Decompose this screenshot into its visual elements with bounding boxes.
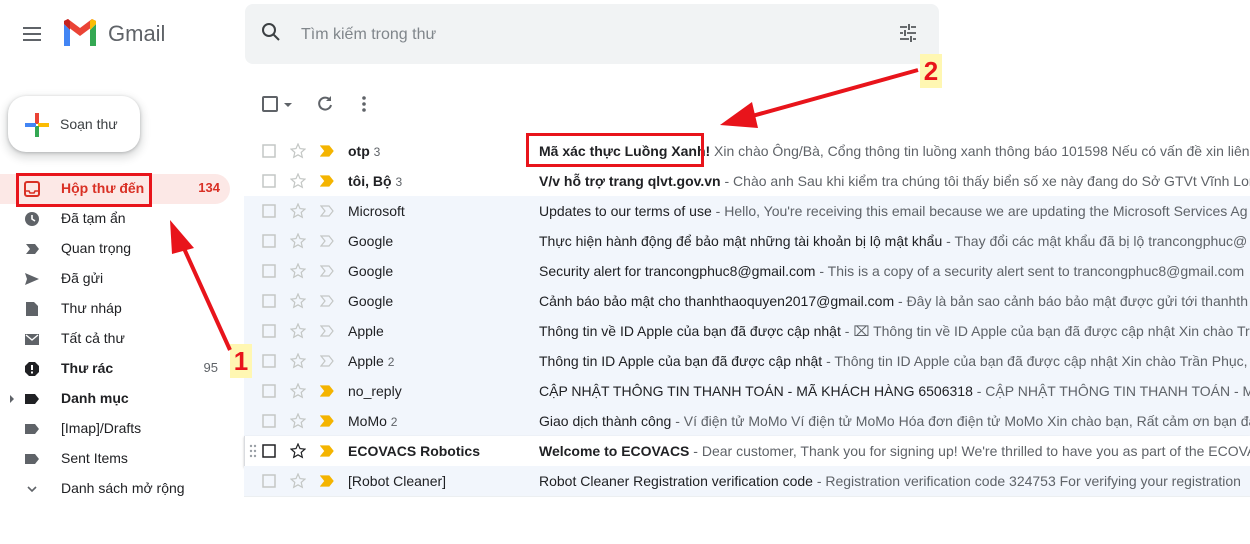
arrow-head-1	[170, 220, 194, 254]
arrow-head-2	[720, 102, 758, 128]
annotation-arrows	[170, 68, 919, 351]
